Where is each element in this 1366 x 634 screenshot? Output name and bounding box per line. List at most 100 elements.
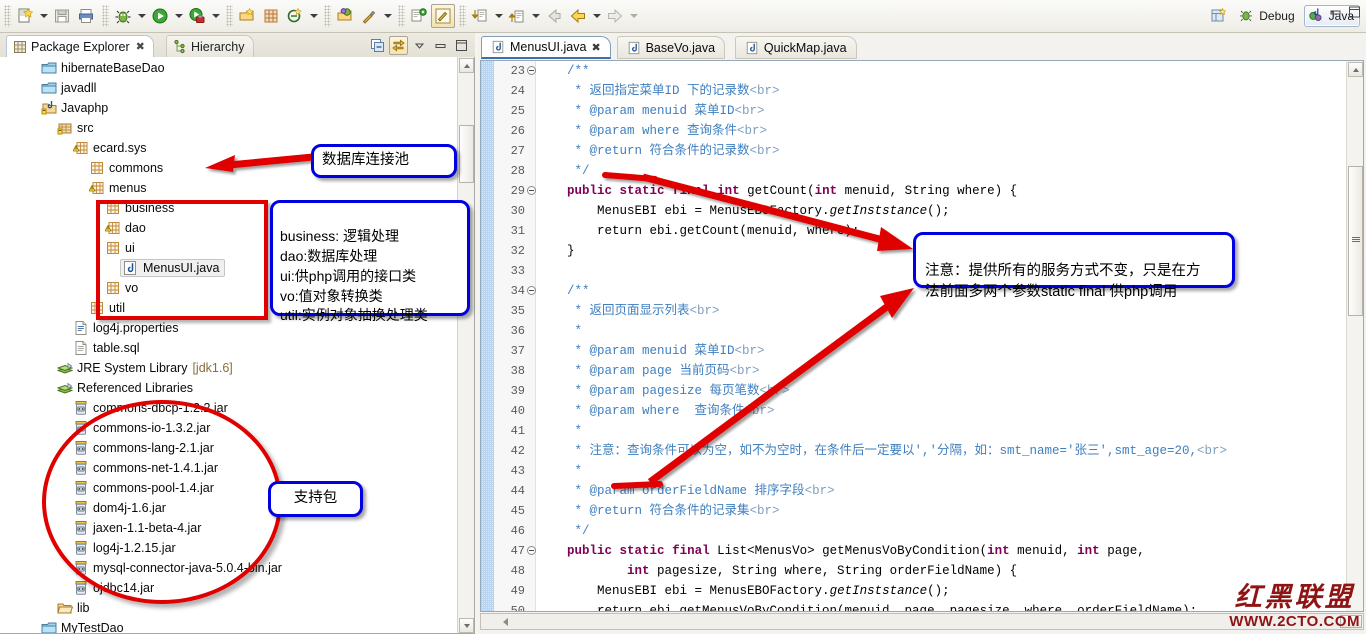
code-line[interactable]: * 返回页面显示列表<br> [537,301,1346,321]
code-line[interactable]: * @param pagesize 每页笔数<br> [537,381,1346,401]
new-class-icon[interactable] [283,4,307,28]
close-icon[interactable]: ✖ [591,41,600,54]
code-line[interactable]: * [537,461,1346,481]
code-line[interactable]: * 注意：查询条件可以为空，如不为空时，在条件后一定要以','分隔，如：smt_… [537,441,1346,461]
fold-collapse-icon[interactable] [527,186,536,195]
code-line[interactable]: * @return 符合条件的记录集<br> [537,501,1346,521]
code-line[interactable]: public static final List<MenusVo> getMen… [537,541,1346,561]
close-icon[interactable]: ✖ [136,40,145,53]
tree-item-referenced-libraries[interactable]: Referenced Libraries [0,378,455,398]
next-edit-dropdown-arrow[interactable] [492,4,505,28]
code-line[interactable]: return ebi.getMenusVoByCondition(menuid,… [537,601,1346,611]
code-line[interactable]: int pagesize, String where, String order… [537,561,1346,581]
source-text[interactable]: /** * 返回指定菜单ID 下的记录数<br> * @param menuid… [537,61,1346,611]
external-tools-icon[interactable] [235,4,259,28]
code-line[interactable]: * @param where 查询条件<br> [537,401,1346,421]
view-menu-icon[interactable] [410,36,429,55]
source-viewer[interactable]: 23 24 25 26 27 28 29 30 31 32 33 34 35 36 37 38 39 40 41 42… [480,60,1364,612]
previous-edit-dropdown-arrow[interactable] [529,4,542,28]
code-line[interactable]: MenusEBI ebi = MenusEBOFactory.getInstst… [537,201,1346,221]
tree-item-javadll[interactable]: javadll [0,78,455,98]
tree-item-lib[interactable]: lib [0,598,455,618]
code-line[interactable]: * @param menuid 菜单ID<br> [537,101,1346,121]
tree-item-src[interactable]: src [0,118,455,138]
tree-item-javaphp[interactable]: Javaphp [0,98,455,118]
tree-item-hibernatebasedao[interactable]: hibernateBaseDao [0,58,455,78]
tree-item-mytestdao[interactable]: MyTestDao [0,618,455,633]
run-dropdown-arrow[interactable] [172,4,185,28]
fold-collapse-icon[interactable] [527,286,536,295]
toolbar-grip-6[interactable] [459,5,466,27]
new-class-dropdown-arrow[interactable] [307,4,320,28]
code-line[interactable]: * @param page 当前页码<br> [537,361,1346,381]
next-annotation-icon[interactable] [407,4,431,28]
perspective-debug[interactable]: Debug [1234,5,1300,27]
new-wizard-icon[interactable] [13,4,37,28]
open-perspective-icon[interactable] [1207,4,1231,28]
code-line[interactable]: */ [537,521,1346,541]
search-dropdown-arrow[interactable] [381,4,394,28]
back-dropdown-arrow[interactable] [590,4,603,28]
toolbar-grip-5[interactable] [398,5,405,27]
save-icon[interactable] [50,4,74,28]
editor-scroll-up-button[interactable] [1348,62,1363,77]
editor-minimize-icon[interactable] [1328,5,1343,24]
hscroll-left-arrow[interactable] [503,618,508,626]
editor-tab-quickmap-java[interactable]: QuickMap.java [734,36,857,59]
scroll-up-button[interactable] [459,58,474,73]
new-wizard-dropdown-arrow[interactable] [37,4,50,28]
debug-icon[interactable] [111,4,135,28]
code-line[interactable]: * @param menuid 菜单ID<br> [537,341,1346,361]
tree-vertical-scrollbar[interactable] [457,57,474,633]
toolbar-grip-3[interactable] [226,5,233,27]
scroll-down-button[interactable] [459,618,474,633]
debug-dropdown-arrow[interactable] [135,4,148,28]
forward-icon[interactable] [603,4,627,28]
editor-maximize-icon[interactable] [1347,5,1362,24]
fold-collapse-icon[interactable] [527,66,536,75]
tab-hierarchy[interactable]: Hierarchy [166,35,254,57]
code-line[interactable]: MenusEBI ebi = MenusEBOFactory.getInstst… [537,581,1346,601]
editor-vertical-scrollbar[interactable] [1346,61,1363,611]
scroll-thumb[interactable] [459,125,474,183]
code-line[interactable]: /** [537,61,1346,81]
back-history-icon[interactable] [542,4,566,28]
back-icon[interactable] [566,4,590,28]
toolbar-grip[interactable] [4,5,11,27]
editor-tab-menusui-java[interactable]: MenusUI.java ✖ [481,36,611,59]
tree-item-commons-dbcp-1.2.2.jar[interactable]: commons-dbcp-1.2.2.jar [0,398,455,418]
fold-collapse-icon[interactable] [527,546,536,555]
code-line[interactable]: public static final int getCount(int men… [537,181,1346,201]
collapse-all-icon[interactable] [368,36,387,55]
search-icon[interactable] [357,4,381,28]
coverage-dropdown-arrow[interactable] [209,4,222,28]
minimize-icon[interactable] [431,36,450,55]
toolbar-grip-4[interactable] [324,5,331,27]
print-icon[interactable] [74,4,98,28]
tree-item-menus[interactable]: menus [0,178,455,198]
forward-dropdown-arrow[interactable] [627,4,640,28]
maximize-icon[interactable] [452,36,471,55]
coverage-icon[interactable] [185,4,209,28]
next-edit-location-icon[interactable] [468,4,492,28]
code-line[interactable]: * [537,421,1346,441]
code-line[interactable]: * [537,321,1346,341]
annotation-ruler[interactable] [481,61,494,611]
tab-package-explorer[interactable]: Package Explorer ✖ [6,35,154,57]
link-with-editor-icon[interactable] [389,36,408,55]
editor-tab-basevo-java[interactable]: BaseVo.java [616,36,726,59]
previous-edit-location-icon[interactable] [505,4,529,28]
code-line[interactable]: * 返回指定菜单ID 下的记录数<br> [537,81,1346,101]
editor-scroll-thumb[interactable] [1348,166,1363,316]
code-line[interactable]: * @param orderFieldName 排序字段<br> [537,481,1346,501]
code-line[interactable]: */ [537,161,1346,181]
tree-item-table.sql[interactable]: table.sql [0,338,455,358]
code-line[interactable]: * @return 符合条件的记录数<br> [537,141,1346,161]
toggle-mark-occurrences-icon[interactable] [431,4,455,28]
tree-item-jre-system-library[interactable]: JRE System Library [jdk1.6] [0,358,455,378]
toolbar-grip-2[interactable] [102,5,109,27]
open-type-icon[interactable] [333,4,357,28]
new-java-project-icon[interactable] [259,4,283,28]
run-icon[interactable] [148,4,172,28]
code-line[interactable]: * @param where 查询条件<br> [537,121,1346,141]
